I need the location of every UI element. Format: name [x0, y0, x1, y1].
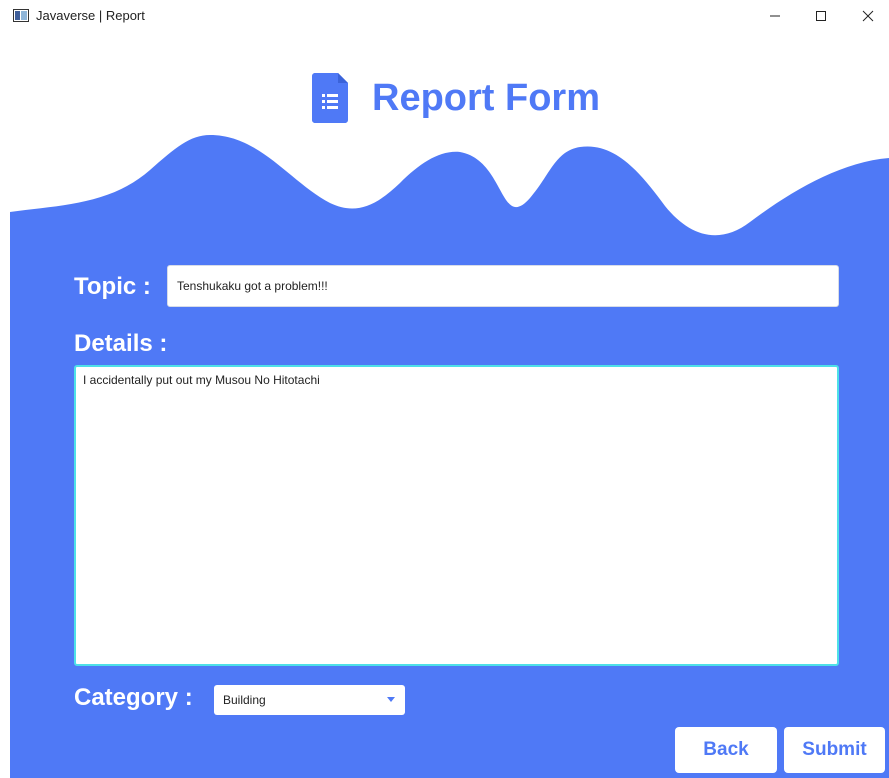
page-title: Report Form [372, 76, 600, 119]
window-title: Javaverse | Report [36, 8, 145, 23]
details-label: Details : [74, 330, 168, 357]
form-header: Report Form [312, 72, 600, 124]
category-label: Category : [74, 684, 193, 711]
maximize-button[interactable] [798, 0, 844, 32]
title-bar: Javaverse | Report [0, 0, 889, 32]
submit-button[interactable]: Submit [784, 727, 885, 773]
details-textarea[interactable]: I accidentally put out my Musou No Hitot… [74, 365, 839, 666]
close-icon [862, 10, 874, 22]
topic-label: Topic : [74, 273, 151, 300]
dropdown-arrow-icon [387, 697, 395, 702]
category-selected-value: Building [223, 693, 266, 707]
back-button[interactable]: Back [675, 727, 777, 773]
close-button[interactable] [845, 0, 889, 32]
document-icon [312, 73, 348, 123]
app-icon [13, 9, 29, 22]
category-select[interactable]: Building [214, 685, 405, 715]
maximize-icon [816, 11, 826, 21]
minimize-icon [770, 15, 780, 17]
topic-input[interactable] [167, 265, 839, 307]
minimize-button[interactable] [752, 0, 798, 32]
report-window: Javaverse | Report Report Form Topic : D… [0, 0, 889, 778]
